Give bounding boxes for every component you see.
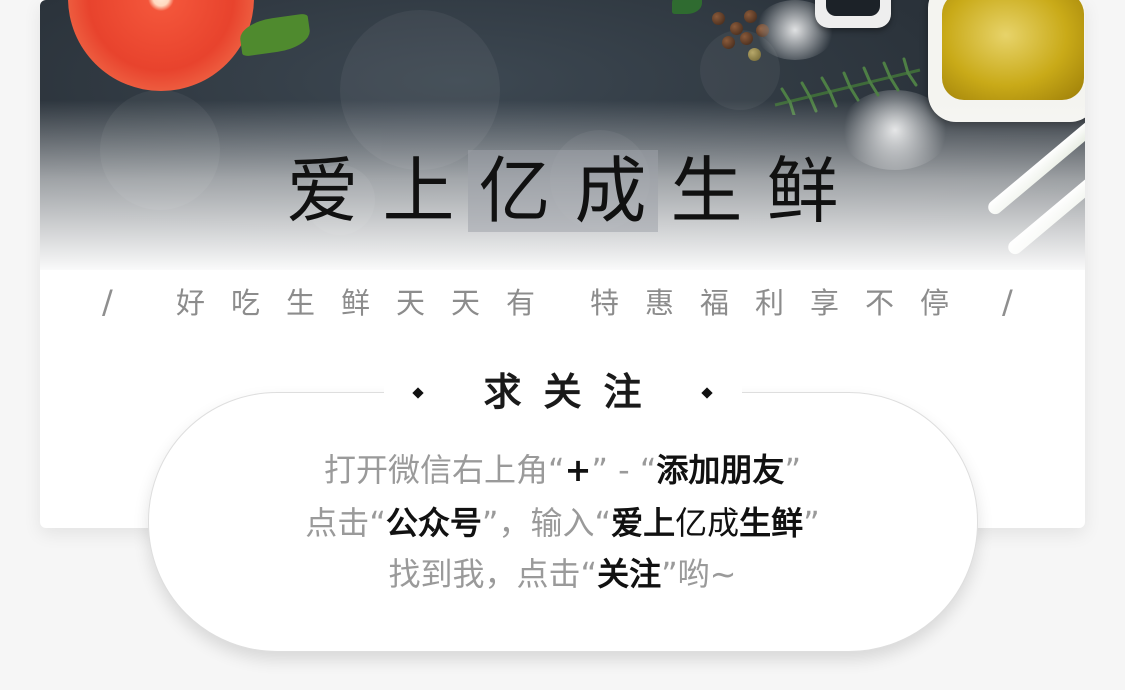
quote-mark: “ bbox=[369, 504, 386, 542]
slogan-right-mark: / bbox=[1002, 283, 1013, 321]
pepper-image bbox=[748, 48, 761, 61]
instruction-text: 找到我，点击 bbox=[388, 555, 581, 593]
quote-mark: ” bbox=[784, 451, 802, 489]
account-name-part: 爱上 bbox=[611, 504, 676, 542]
account-name-part: 生鲜 bbox=[739, 504, 804, 542]
quote-mark: ” bbox=[803, 504, 820, 542]
instruction-line-1: 打开微信右上角“+” - “添加朋友” bbox=[0, 444, 1125, 496]
quote-mark: “ bbox=[547, 451, 565, 489]
instruction-text: 哟~ bbox=[677, 555, 737, 593]
quote-mark: “ bbox=[594, 504, 612, 542]
instruction-text: 打开微信右上角 bbox=[323, 451, 548, 489]
follow-heading: 求关注 bbox=[483, 370, 664, 414]
quote-mark: ” bbox=[591, 451, 608, 489]
pepper-image bbox=[744, 10, 757, 23]
pepper-image bbox=[712, 12, 725, 25]
quote-mark: ” bbox=[481, 504, 499, 542]
instruction-text: ，输入 bbox=[498, 504, 595, 542]
slogan-part-2: 特惠福利享不停 bbox=[590, 286, 976, 320]
page-title: 爱上亿成生鲜 bbox=[286, 149, 863, 233]
quote-mark: “ bbox=[580, 555, 598, 593]
official-account-label: 公众号 bbox=[385, 504, 482, 542]
account-name-part: 亿成 bbox=[675, 504, 740, 542]
sauce-image bbox=[826, 0, 880, 16]
instruction-text: 点击 bbox=[305, 504, 370, 542]
add-friend-label: 添加朋友 bbox=[656, 451, 785, 489]
pepper-image bbox=[722, 36, 735, 49]
quote-mark: “ bbox=[639, 451, 657, 489]
quote-mark: ” bbox=[661, 555, 678, 593]
instruction-line-2: 点击“公众号”，输入“爱上亿成生鲜” bbox=[0, 497, 1125, 549]
olive-oil-image bbox=[942, 0, 1084, 100]
plus-label: + bbox=[564, 451, 592, 489]
pepper-image bbox=[740, 32, 753, 45]
instruction-line-3: 找到我，点击“关注”哟~ bbox=[0, 548, 1125, 600]
slogan-part-1: 好吃生鲜天天有 bbox=[176, 286, 562, 320]
follow-label: 关注 bbox=[597, 555, 662, 593]
slogan-left-mark: / bbox=[102, 283, 113, 321]
dash-text: - bbox=[607, 451, 640, 489]
